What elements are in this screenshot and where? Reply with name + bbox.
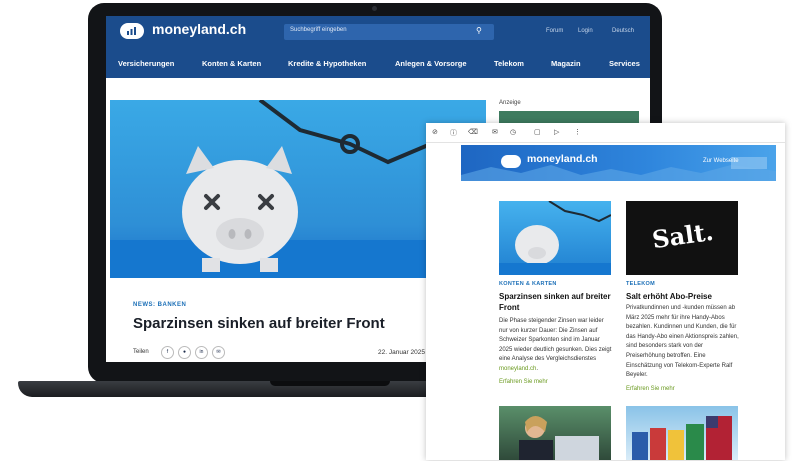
linkedin-icon[interactable]: in [195,346,208,359]
clock-icon[interactable]: ◷ [510,128,516,136]
article-kicker[interactable]: NEWS: BANKEN [133,302,186,308]
card-body: Die Phase steigender Zinsen war leider n… [499,318,612,372]
card-image-salt[interactable]: Salt. [626,201,738,275]
ad-label: Anzeige [499,100,521,106]
banner-logo-badge [501,155,521,168]
laptop-notch [270,381,390,386]
folder-icon[interactable]: ▢ [534,128,541,136]
banner-logo[interactable]: moneyland.ch [527,153,598,165]
nav-versicherungen[interactable]: Versicherungen [118,59,174,68]
piggy-bank-illustration [182,146,298,272]
twitter-icon[interactable]: ● [178,346,191,359]
language-link[interactable]: Deutsch [612,28,634,34]
flags-illustration [632,416,732,460]
site-logo[interactable]: moneyland.ch [152,21,246,37]
salt-logo-text: Salt. [650,216,716,255]
logo-bars-icon [127,27,136,35]
nav-services[interactable]: Services [609,59,640,68]
search-placeholder: Suchbegriff eingeben [290,27,347,33]
read-more-link[interactable]: Erfahren Sie mehr [499,379,548,385]
card-body-link[interactable]: moneyland.ch [499,366,536,372]
website-link[interactable]: Zur Webseite [703,158,739,164]
card-image-piggy[interactable] [499,201,611,275]
article-date: 22. Januar 2025 [378,349,425,356]
forum-link[interactable]: Forum [546,28,563,34]
card-image-flags[interactable] [626,406,738,460]
piggy-bank-thumb [499,201,611,275]
nav-konten-karten[interactable]: Konten & Karten [202,59,261,68]
toolbar-divider [426,142,785,143]
mail-icon[interactable]: ✉ [492,128,498,136]
more-icon[interactable]: ⋮ [574,128,581,136]
trash-icon[interactable]: ⌫ [468,128,478,136]
share-label: Teilen [133,349,149,355]
webcam [372,6,377,11]
info-icon[interactable]: ⓘ [450,128,457,138]
woman-laptop-illustration [519,416,599,460]
nav-anlegen-vorsorge[interactable]: Anlegen & Vorsorge [395,59,467,68]
email-icon[interactable]: ✉ [212,346,225,359]
card-category: TELEKOM [626,281,655,287]
site-header: moneyland.ch Suchbegriff eingeben ⚲ Foru… [106,16,650,78]
search-input[interactable]: Suchbegriff eingeben ⚲ [284,24,494,40]
article-title: Sparzinsen sinken auf breiter Front [133,315,385,332]
search-icon[interactable]: ⚲ [476,26,482,35]
card-title[interactable]: Sparzinsen sinken auf breiter Front [499,291,611,313]
newsletter-panel: ⊘ ⓘ ⌫ ✉ ◷ ▢ ▷ ⋮ moneyland.ch Zur Webseit… [426,123,785,460]
newsletter-banner: moneyland.ch Zur Webseite [461,145,776,181]
login-link[interactable]: Login [578,28,593,34]
nav-kredite-hypotheken[interactable]: Kredite & Hypotheken [288,59,366,68]
card-category: KONTEN & KARTEN [499,281,557,287]
label-icon[interactable]: ▷ [554,128,559,136]
read-more-link[interactable]: Erfahren Sie mehr [626,386,675,392]
card-image-woman-laptop[interactable] [499,406,611,460]
card-body-text: Die Phase steigender Zinsen war leider n… [499,318,612,363]
no-image-icon[interactable]: ⊘ [432,128,438,136]
nav-magazin[interactable]: Magazin [551,59,581,68]
nav-telekom[interactable]: Telekom [494,59,524,68]
facebook-icon[interactable]: f [161,346,174,359]
card-body: Privatkundinnen und -kunden müssen ab Mä… [626,305,739,379]
card-title[interactable]: Salt erhöht Abo-Preise [626,291,738,302]
